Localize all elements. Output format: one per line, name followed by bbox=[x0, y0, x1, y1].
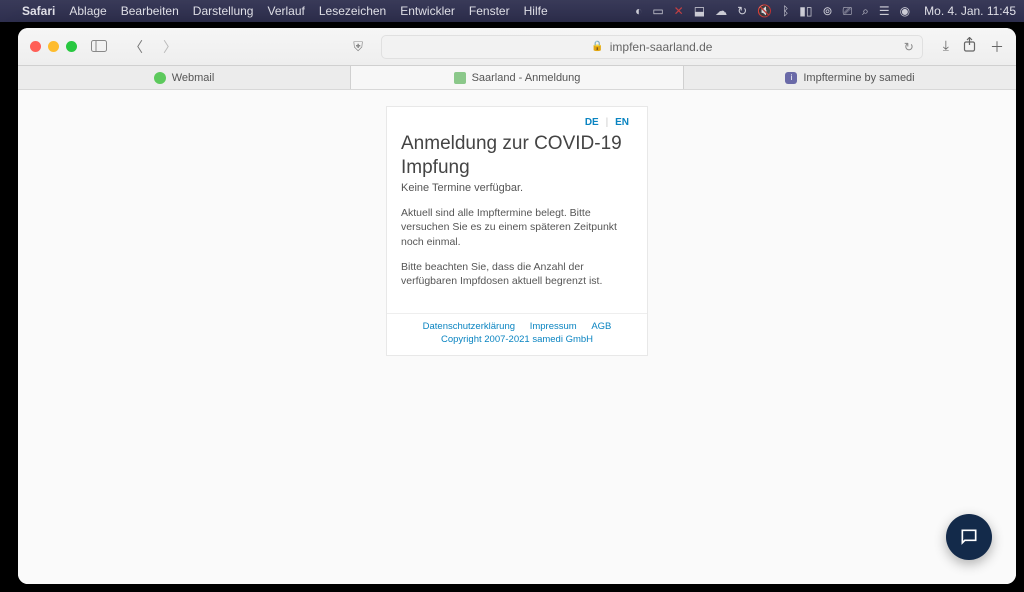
forward-button[interactable]: 〉 bbox=[159, 35, 181, 59]
tab-saarland[interactable]: Saarland - Anmeldung bbox=[351, 66, 684, 89]
address-text: impfen-saarland.de bbox=[610, 40, 713, 54]
spotlight-icon[interactable]: ⌕ bbox=[862, 4, 869, 19]
toolbar-right: ⤓ ＋ bbox=[943, 37, 1004, 57]
app-name[interactable]: Safari bbox=[22, 4, 55, 18]
downloads-icon[interactable]: ⤓ bbox=[943, 37, 949, 57]
siri-icon[interactable]: ◉ bbox=[900, 4, 910, 18]
tab-label: Saarland - Anmeldung bbox=[472, 72, 581, 84]
menu-darstellung[interactable]: Darstellung bbox=[193, 4, 254, 18]
cloud-icon[interactable]: ☁ bbox=[715, 4, 727, 18]
card-body: Anmeldung zur COVID-19 Impfung Keine Ter… bbox=[387, 128, 647, 313]
tv-icon[interactable]: ▭ bbox=[652, 4, 663, 18]
battery-icon[interactable]: ▮▯ bbox=[799, 4, 812, 18]
safari-tabs: Webmail Saarland - Anmeldung i Impftermi… bbox=[18, 66, 1016, 90]
menu-hilfe[interactable]: Hilfe bbox=[524, 4, 548, 18]
chat-button[interactable] bbox=[946, 514, 992, 560]
lang-en-link[interactable]: EN bbox=[611, 117, 633, 128]
footer-copyright-link[interactable]: Copyright 2007-2021 samedi GmbH bbox=[441, 334, 593, 345]
wifi-icon[interactable]: ⊚ bbox=[823, 4, 833, 18]
sidebar-toggle-icon[interactable] bbox=[87, 37, 111, 57]
reload-icon[interactable]: ↻ bbox=[904, 40, 914, 54]
tab-samedi[interactable]: i Impftermine by samedi bbox=[684, 66, 1016, 89]
menu-ablage[interactable]: Ablage bbox=[69, 4, 106, 18]
menu-verlauf[interactable]: Verlauf bbox=[267, 4, 304, 18]
favicon-samedi: i bbox=[785, 72, 797, 84]
menu-entwickler[interactable]: Entwickler bbox=[400, 4, 455, 18]
dropbox-icon[interactable]: ⬓ bbox=[694, 4, 705, 18]
sync-icon[interactable]: ↻ bbox=[737, 4, 747, 18]
language-switch: DE | EN bbox=[387, 107, 647, 128]
clock[interactable]: Mo. 4. Jan. 11:45 bbox=[924, 4, 1016, 18]
tab-webmail[interactable]: Webmail bbox=[18, 66, 351, 89]
minimize-window-button[interactable] bbox=[48, 41, 59, 52]
traffic-lights bbox=[30, 41, 77, 52]
nav-buttons: 〈 〉 bbox=[125, 35, 181, 59]
tab-label: Webmail bbox=[172, 72, 215, 84]
favicon-saarland bbox=[454, 72, 466, 84]
menu-bearbeiten[interactable]: Bearbeiten bbox=[121, 4, 179, 18]
body-paragraph-1: Aktuell sind alle Impftermine belegt. Bi… bbox=[401, 206, 633, 250]
lang-de-link[interactable]: DE bbox=[581, 117, 603, 128]
mute-icon[interactable]: 🔇 bbox=[757, 4, 772, 18]
close-window-button[interactable] bbox=[30, 41, 41, 52]
page-title: Anmeldung zur COVID-19 Impfung bbox=[401, 132, 633, 180]
footer-agb-link[interactable]: AGB bbox=[591, 321, 611, 332]
footer-imprint-link[interactable]: Impressum bbox=[530, 321, 577, 332]
control-center-icon[interactable]: ☰ bbox=[879, 4, 890, 18]
menu-lesezeichen[interactable]: Lesezeichen bbox=[319, 4, 386, 18]
page-subtitle: Keine Termine verfügbar. bbox=[401, 182, 633, 194]
favicon-webmail bbox=[154, 72, 166, 84]
bluetooth-icon[interactable]: ᛒ bbox=[782, 4, 789, 18]
content-card: DE | EN Anmeldung zur COVID-19 Impfung K… bbox=[386, 106, 648, 356]
macos-menubar: Safari Ablage Bearbeiten Darstellung Ver… bbox=[0, 0, 1024, 22]
creative-cloud-icon[interactable]: ◐ bbox=[635, 4, 642, 18]
menubar-right: ◐ ▭ ✕ ⬓ ☁ ↻ 🔇 ᛒ ▮▯ ⊚ ⎚ ⌕ ☰ ◉ Mo. 4. Jan.… bbox=[635, 4, 1016, 19]
back-button[interactable]: 〈 bbox=[125, 35, 147, 59]
lock-icon: 🔒 bbox=[591, 41, 603, 52]
menubar-left: Safari Ablage Bearbeiten Darstellung Ver… bbox=[8, 4, 548, 18]
app-icon[interactable]: ✕ bbox=[674, 4, 684, 18]
airplay-icon[interactable]: ⎚ bbox=[843, 4, 853, 19]
safari-toolbar: 〈 〉 ⛨ 🔒 impfen-saarland.de ↻ ⤓ ＋ bbox=[18, 28, 1016, 66]
body-paragraph-2: Bitte beachten Sie, dass die Anzahl der … bbox=[401, 260, 633, 289]
address-bar[interactable]: 🔒 impfen-saarland.de ↻ bbox=[381, 35, 923, 59]
tab-label: Impftermine by samedi bbox=[803, 72, 914, 84]
share-icon[interactable] bbox=[963, 37, 976, 57]
lang-separator: | bbox=[606, 117, 609, 128]
new-tab-button[interactable]: ＋ bbox=[990, 37, 1004, 57]
card-footer: Datenschutzerklärung Impressum AGB Copyr… bbox=[387, 313, 647, 355]
fullscreen-window-button[interactable] bbox=[66, 41, 77, 52]
page-viewport: DE | EN Anmeldung zur COVID-19 Impfung K… bbox=[18, 90, 1016, 584]
menu-fenster[interactable]: Fenster bbox=[469, 4, 510, 18]
safari-window: 〈 〉 ⛨ 🔒 impfen-saarland.de ↻ ⤓ ＋ Webmail… bbox=[18, 28, 1016, 584]
footer-privacy-link[interactable]: Datenschutzerklärung bbox=[423, 321, 515, 332]
chat-icon bbox=[959, 527, 979, 547]
privacy-shield-icon[interactable]: ⛨ bbox=[353, 39, 363, 55]
